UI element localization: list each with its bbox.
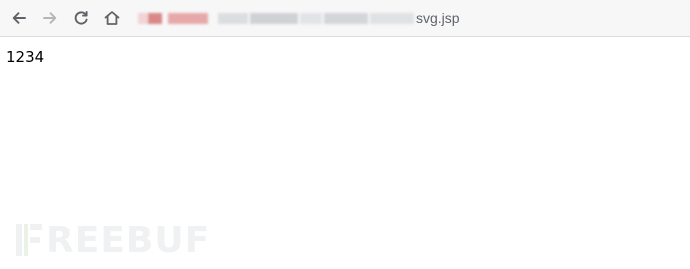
page-body-text: 1234 — [6, 48, 45, 66]
redacted-url-segment — [370, 13, 414, 24]
redacted-url-segment — [300, 13, 322, 24]
browser-toolbar: svg.jsp — [0, 0, 690, 37]
reload-button[interactable] — [69, 6, 93, 30]
redacted-url-segment — [138, 13, 148, 24]
freebuf-logo-icon — [16, 224, 42, 256]
redacted-url-segment — [168, 13, 208, 24]
home-button[interactable] — [100, 6, 124, 30]
freebuf-watermark: REEBUF — [14, 218, 214, 266]
redacted-url-segment — [148, 13, 162, 24]
home-icon — [104, 11, 120, 25]
redacted-url-segment — [218, 13, 248, 24]
address-bar[interactable]: svg.jsp — [132, 4, 684, 32]
reload-icon — [74, 11, 88, 25]
forward-arrow-icon — [43, 12, 57, 24]
forward-button[interactable] — [38, 6, 62, 30]
url-text: svg.jsp — [416, 10, 460, 26]
redacted-url-segment — [324, 13, 368, 24]
watermark-text: REEBUF — [46, 220, 211, 261]
back-arrow-icon — [12, 12, 26, 24]
back-button[interactable] — [7, 6, 31, 30]
redacted-url-segment — [250, 13, 298, 24]
